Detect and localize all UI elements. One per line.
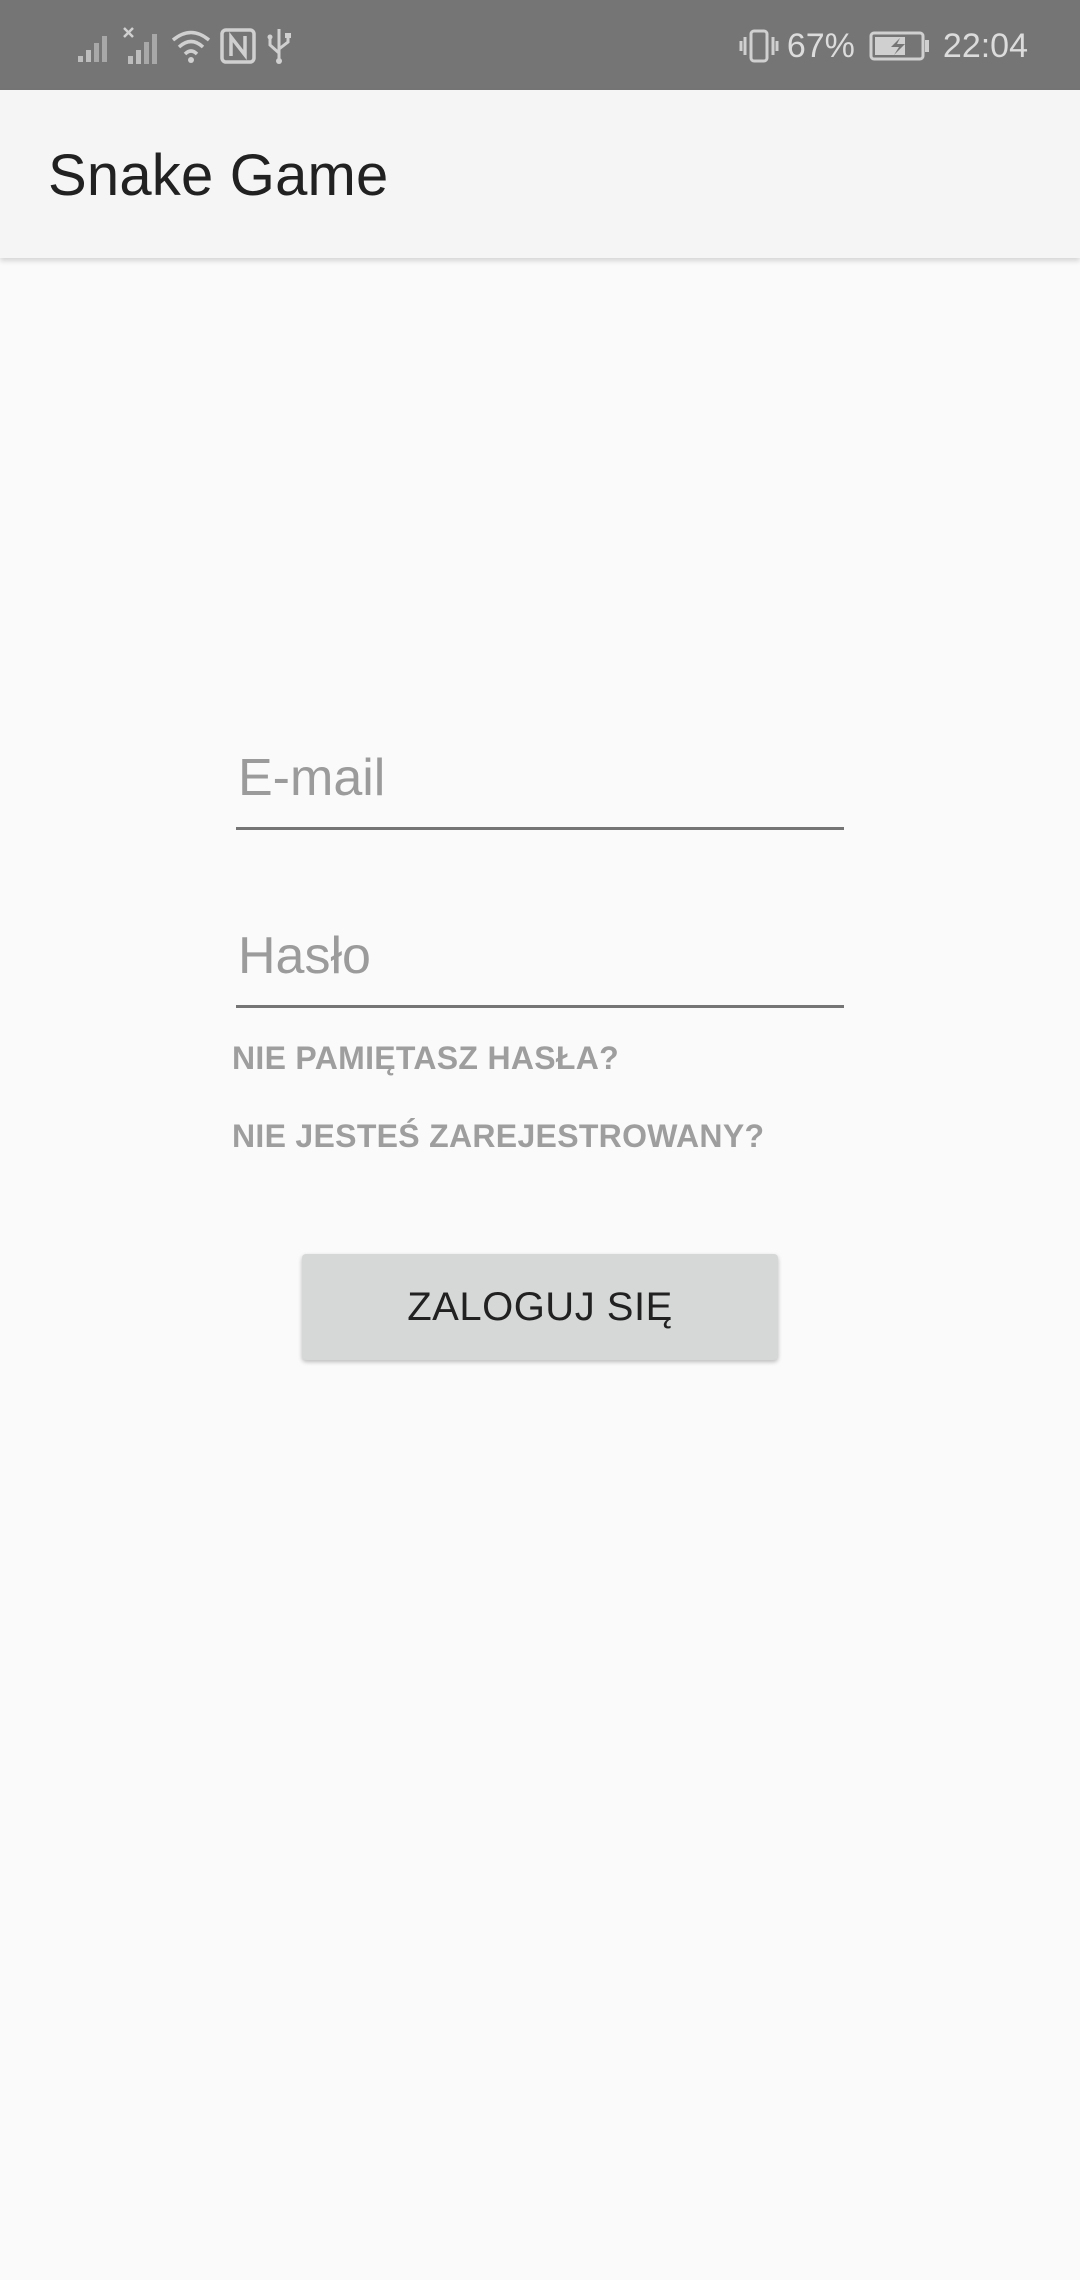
app-bar: Snake Game xyxy=(0,90,1080,258)
status-bar: 67% 22:04 xyxy=(0,0,1080,90)
login-button[interactable]: ZALOGUJ SIĘ xyxy=(302,1254,778,1360)
login-screen: 67% 22:04 Snake Game NIE PAMIĘTASZ HASŁA… xyxy=(0,0,1080,2280)
password-input[interactable] xyxy=(236,908,844,1004)
password-underline xyxy=(236,1005,844,1008)
clock: 22:04 xyxy=(942,26,1028,65)
wifi-icon xyxy=(170,28,212,64)
battery-charging-icon xyxy=(869,30,931,62)
vibrate-icon xyxy=(739,28,779,64)
email-underline xyxy=(236,827,844,830)
status-icons-left xyxy=(76,22,294,70)
password-field[interactable] xyxy=(236,908,844,1008)
signal-icon xyxy=(76,28,114,64)
app-title: Snake Game xyxy=(48,143,389,208)
forgot-password-link[interactable]: NIE PAMIĘTASZ HASŁA? xyxy=(232,1040,619,1077)
battery-percent: 67% xyxy=(786,26,855,65)
register-link[interactable]: NIE JESTEŚ ZAREJESTROWANY? xyxy=(232,1118,764,1155)
status-icons-right: 67% 22:04 xyxy=(739,22,1028,70)
signal-no-sim-icon xyxy=(122,26,162,66)
email-field[interactable] xyxy=(236,730,844,830)
email-input[interactable] xyxy=(236,730,844,826)
usb-icon xyxy=(264,27,294,65)
nfc-icon xyxy=(220,28,256,64)
